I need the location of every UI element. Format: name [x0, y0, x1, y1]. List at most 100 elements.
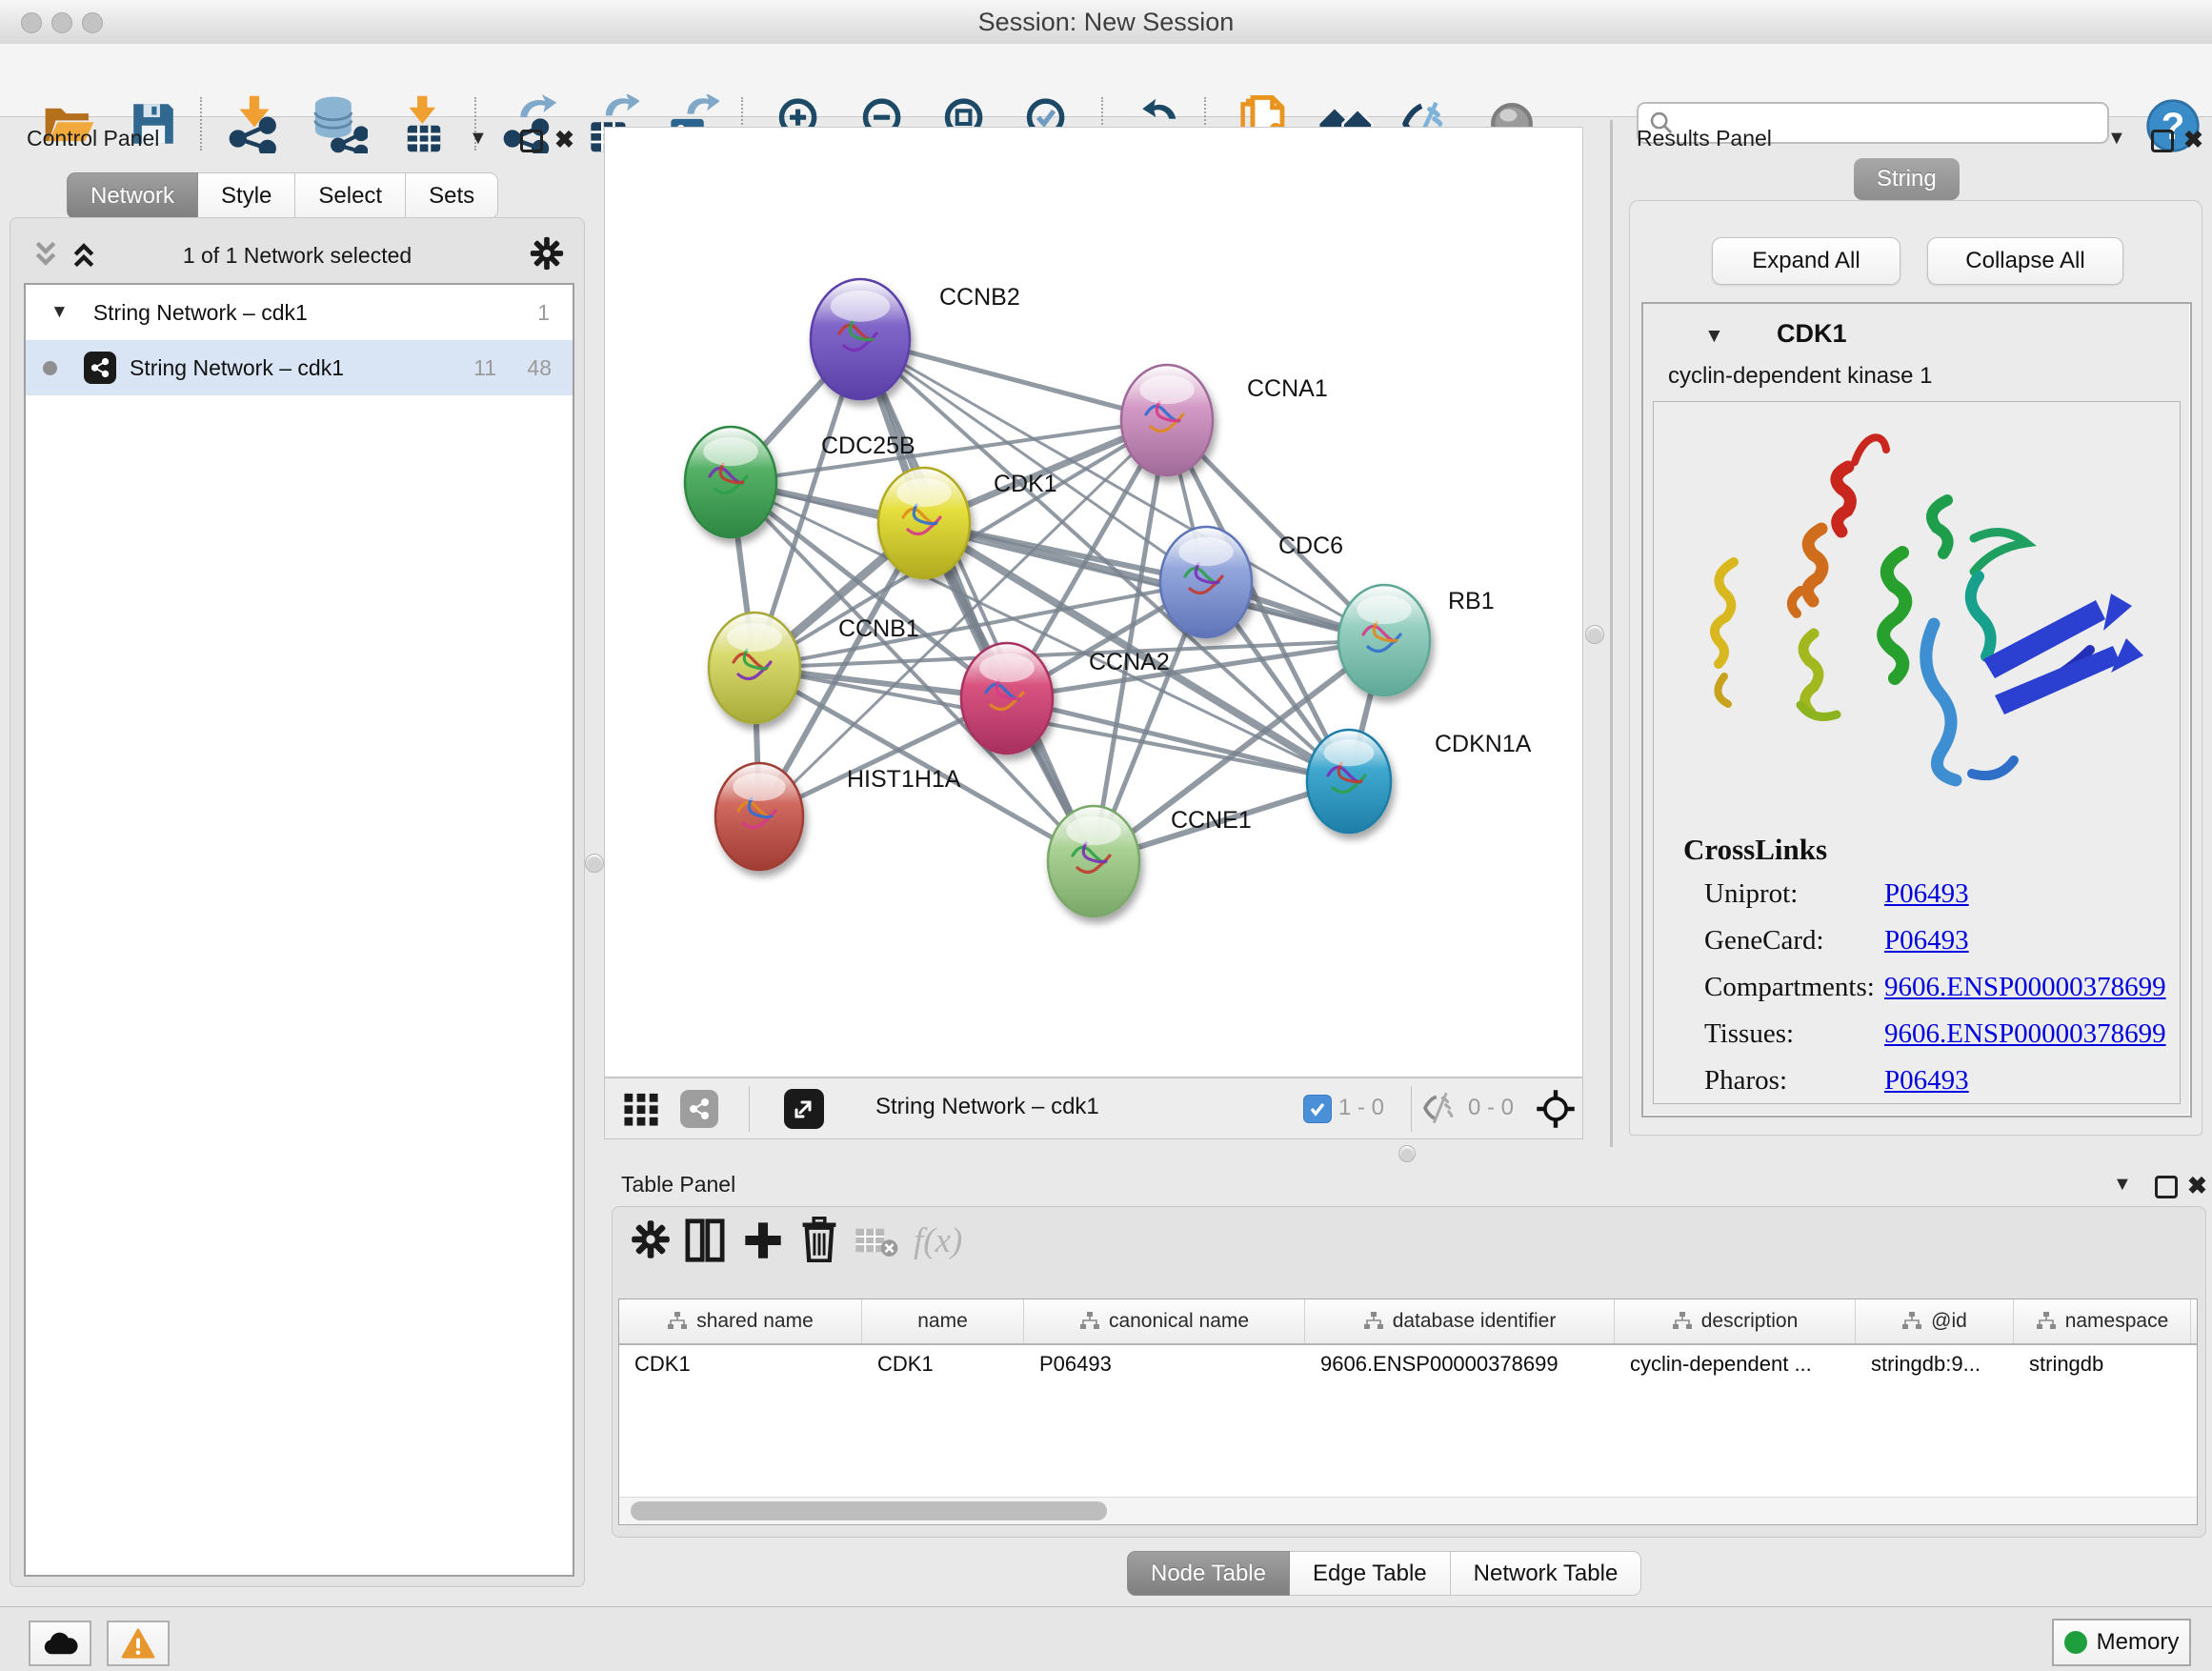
- string-results-panel: Expand All Collapse All ▼ CDK1 cyclin-de…: [1629, 200, 2202, 1136]
- network-node-CDC6[interactable]: [1160, 527, 1252, 637]
- section-collapse-icon[interactable]: ▼: [1704, 325, 1724, 348]
- network-node-CDKN1A[interactable]: [1307, 730, 1391, 833]
- tab-node-table[interactable]: Node Table: [1127, 1551, 1290, 1596]
- table-cell[interactable]: stringdb: [2014, 1352, 2191, 1377]
- collection-expand-icon[interactable]: ▼: [50, 302, 69, 323]
- network-node-CCNA2[interactable]: [961, 643, 1053, 754]
- gene-description: cyclin-dependent kinase 1: [1668, 363, 1933, 390]
- network-view-title: String Network – cdk1: [875, 1094, 1099, 1120]
- network-node-CDC25B[interactable]: [685, 427, 776, 537]
- network-node-CCNE1[interactable]: [1048, 806, 1139, 916]
- main-toolbar: ?: [0, 44, 2212, 117]
- panel-close-icon[interactable]: ✖: [2187, 1172, 2207, 1200]
- node-detail-card: CrossLinks Uniprot: GeneCard: Compartmen…: [1653, 401, 2181, 1104]
- tissues-link[interactable]: 9606.ENSP00000378699: [1884, 1018, 2166, 1049]
- crosslink-label: Uniprot:: [1704, 871, 1875, 917]
- network-node-CCNB2[interactable]: [811, 279, 910, 399]
- table-cell[interactable]: cyclin-dependent ...: [1615, 1352, 1856, 1377]
- table-cell[interactable]: CDK1: [862, 1352, 1024, 1377]
- crosslinks-title: CrossLinks: [1683, 833, 1827, 867]
- node-label-CDC25B: CDC25B: [821, 433, 915, 459]
- horizontal-scrollbar[interactable]: [619, 1497, 2197, 1524]
- column-label: description: [1701, 1310, 1799, 1333]
- genecard-link[interactable]: P06493: [1884, 925, 1969, 956]
- network-options-button[interactable]: [529, 235, 565, 276]
- network-view-toolbar: String Network – cdk1 1 - 0 0 - 0: [604, 1077, 1583, 1139]
- tab-sets[interactable]: Sets: [406, 172, 498, 219]
- tab-style[interactable]: Style: [198, 172, 295, 219]
- delete-table-button[interactable]: [855, 1226, 898, 1263]
- column-header-canonical-name[interactable]: canonical name: [1024, 1299, 1305, 1343]
- network-column-icon: [667, 1311, 688, 1332]
- memory-status-dot-icon: [2064, 1631, 2087, 1654]
- column-header-description[interactable]: description: [1615, 1299, 1856, 1343]
- fit-content-button[interactable]: [1536, 1089, 1576, 1134]
- tab-string[interactable]: String: [1854, 158, 1960, 200]
- hidden-eye-icon[interactable]: [1422, 1092, 1460, 1129]
- column-label: shared name: [696, 1310, 814, 1333]
- vertical-splitter-handle[interactable]: [1585, 625, 1604, 644]
- panel-close-icon[interactable]: ✖: [2183, 126, 2203, 154]
- network-tab-panel: 1 of 1 Network selected ▼ String Network…: [10, 217, 585, 1587]
- table-cell[interactable]: 9606.ENSP00000378699: [1305, 1352, 1615, 1377]
- table-tabs: Node Table Edge Table Network Table: [1127, 1551, 1641, 1596]
- network-row-selected[interactable]: String Network – cdk1 11 48: [26, 340, 573, 395]
- table-cell[interactable]: P06493: [1024, 1352, 1305, 1377]
- crosshair-icon: [1536, 1089, 1576, 1129]
- column-header-shared-name[interactable]: shared name: [619, 1299, 862, 1343]
- tab-select[interactable]: Select: [295, 172, 406, 219]
- uniprot-link[interactable]: P06493: [1884, 878, 1969, 909]
- network-canvas[interactable]: CCNB2CCNA1CDC25BCDK1CDC6RB1CCNB1CCNA2CDK…: [604, 127, 1583, 1077]
- cytoscape-window: Session: New Session: [0, 0, 2212, 1671]
- network-node-CDK1[interactable]: [878, 468, 970, 578]
- panel-collapse-icon[interactable]: ▼: [2107, 128, 2126, 150]
- string-view-badge[interactable]: [680, 1090, 718, 1128]
- column-header-database-identifier[interactable]: database identifier: [1305, 1299, 1615, 1343]
- scrollbar-thumb[interactable]: [631, 1501, 1107, 1520]
- add-column-button[interactable]: [742, 1218, 784, 1267]
- table-cell[interactable]: CDK1: [619, 1352, 862, 1377]
- compartments-link[interactable]: 9606.ENSP00000378699: [1884, 972, 2166, 1002]
- separator: [1411, 1086, 1412, 1132]
- panel-float-icon[interactable]: [2155, 1176, 2178, 1198]
- cloud-icon: [41, 1629, 79, 1658]
- network-node-RB1[interactable]: [1338, 585, 1430, 695]
- expand-all-button[interactable]: Expand All: [1712, 237, 1900, 285]
- network-node-HIST1H1A[interactable]: [715, 763, 803, 870]
- network-column-icon: [1672, 1311, 1693, 1332]
- table-row[interactable]: CDK1CDK1P064939606.ENSP00000378699cyclin…: [619, 1345, 2197, 1383]
- show-columns-button[interactable]: [685, 1218, 725, 1267]
- horizontal-splitter-handle[interactable]: [1398, 1145, 1416, 1162]
- network-node-CCNA1[interactable]: [1121, 365, 1213, 475]
- vertical-splitter-handle[interactable]: [585, 854, 604, 873]
- table-header-row: shared name namecanonical namedatabase id…: [619, 1299, 2197, 1345]
- tab-edge-table[interactable]: Edge Table: [1290, 1551, 1451, 1596]
- column-header-name[interactable]: name: [862, 1299, 1024, 1343]
- plus-icon: [742, 1218, 784, 1262]
- panel-collapse-icon[interactable]: ▼: [469, 128, 488, 150]
- pharos-link[interactable]: P06493: [1884, 1065, 1969, 1096]
- warning-icon: [121, 1627, 155, 1660]
- panel-collapse-icon[interactable]: ▼: [2113, 1174, 2132, 1196]
- network-node-CCNB1[interactable]: [709, 613, 800, 723]
- panel-close-icon[interactable]: ✖: [554, 126, 574, 154]
- function-builder-button[interactable]: f(x): [914, 1220, 962, 1261]
- selected-checkbox-icon[interactable]: [1303, 1095, 1332, 1123]
- birdseye-grid-button[interactable]: [623, 1092, 659, 1131]
- panel-float-icon[interactable]: [520, 130, 543, 152]
- memory-button[interactable]: Memory: [2052, 1619, 2191, 1666]
- panel-float-icon[interactable]: [2151, 130, 2174, 152]
- column-header--id[interactable]: @id: [1856, 1299, 2014, 1343]
- network-edge-CCNA1-HIST1H1A[interactable]: [759, 420, 1167, 816]
- warnings-button[interactable]: [107, 1621, 170, 1666]
- cloud-status-button[interactable]: [29, 1621, 91, 1666]
- tab-network-table[interactable]: Network Table: [1451, 1551, 1642, 1596]
- collapse-all-button[interactable]: Collapse All: [1927, 237, 2123, 285]
- table-cell[interactable]: stringdb:9...: [1856, 1352, 2014, 1377]
- table-settings-button[interactable]: [630, 1218, 672, 1265]
- delete-column-button[interactable]: [799, 1217, 839, 1267]
- column-header-namespace[interactable]: namespace: [2014, 1299, 2191, 1343]
- network-collection-row[interactable]: ▼ String Network – cdk1 1: [26, 285, 573, 340]
- tab-network[interactable]: Network: [67, 172, 198, 219]
- open-in-new-window-button[interactable]: [784, 1089, 824, 1129]
